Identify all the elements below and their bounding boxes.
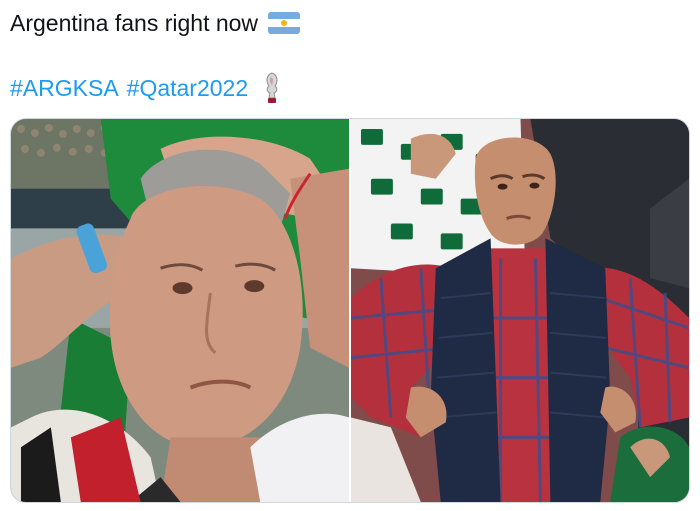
argentina-flag-icon — [268, 12, 301, 34]
pakistan-fan-image — [351, 119, 689, 502]
tweet-media-grid — [10, 118, 690, 503]
hashtag-argksa-link[interactable]: #ARGKSA — [10, 73, 119, 103]
tweet-line-1: Argentina fans right now — [10, 8, 690, 38]
photo-pakistan-fan[interactable] — [351, 119, 689, 502]
tweet-caption: Argentina fans right now — [10, 10, 259, 36]
tweet-line-2: #ARGKSA #Qatar2022 — [10, 71, 690, 105]
world-cup-trophy-icon — [260, 71, 284, 105]
photo-argentina-fan[interactable] — [11, 119, 349, 502]
tweet-text: Argentina fans right now #ARGKSA #Qatar2… — [10, 8, 690, 105]
argentina-fan-image — [11, 119, 349, 502]
hashtag-qatar2022-link[interactable]: #Qatar2022 — [127, 73, 248, 103]
